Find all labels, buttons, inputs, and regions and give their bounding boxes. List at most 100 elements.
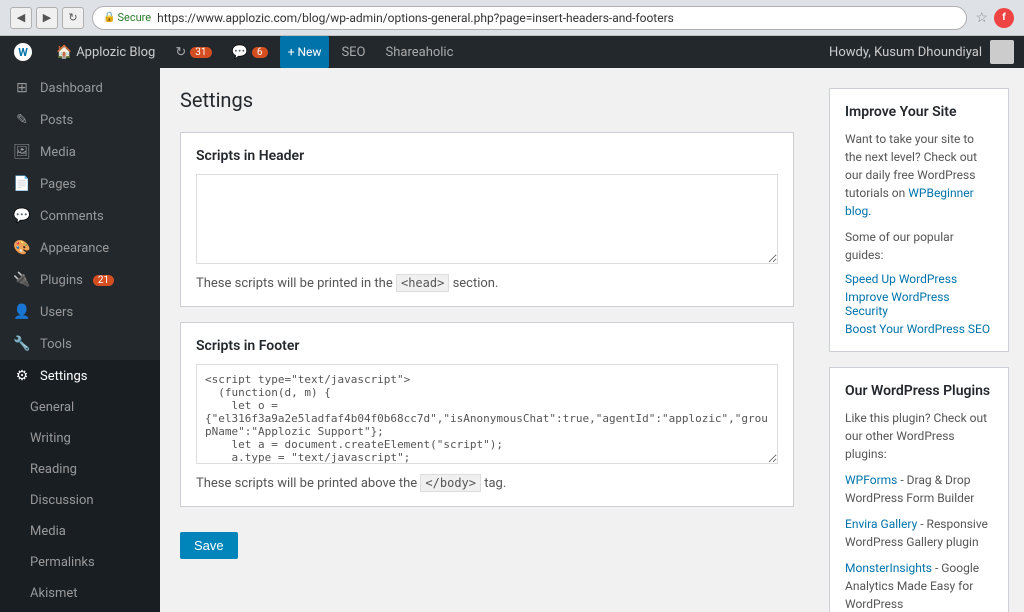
footer-scripts-section: Scripts in Footer <script type="text/jav…: [180, 322, 794, 507]
pages-icon: 📄: [12, 176, 32, 192]
lock-icon: 🔒: [103, 12, 115, 23]
seo-label: SEO: [341, 45, 365, 60]
sidebar-label-posts: Posts: [40, 113, 73, 128]
back-button[interactable]: ◀: [10, 7, 32, 29]
shareaholic-label: Shareaholic: [386, 45, 454, 60]
url-display: https://www.applozic.com/blog/wp-admin/o…: [157, 11, 674, 25]
address-bar[interactable]: 🔒 Secure https://www.applozic.com/blog/w…: [92, 6, 967, 30]
settings-submenu: General Writing Reading Discussion Media…: [0, 392, 160, 612]
site-name-link[interactable]: 🏠 Applozic Blog: [46, 36, 165, 68]
appearance-icon: 🎨: [12, 240, 32, 256]
guide-seo[interactable]: Boost Your WordPress SEO: [845, 322, 993, 336]
monsterinsights-link[interactable]: MonsterInsights: [845, 561, 932, 575]
wpforms-link[interactable]: WPForms: [845, 473, 897, 487]
header-note-after: section.: [453, 276, 499, 291]
permalinks-label: Permalinks: [30, 555, 95, 570]
updates-icon: ↻: [175, 45, 186, 60]
wp-logo[interactable]: W: [0, 36, 46, 68]
secure-label: Secure: [117, 11, 151, 24]
admin-bar: W 🏠 Applozic Blog ↻ 31 💬 6 + New SEO Sha…: [0, 36, 1024, 68]
footer-note-before: These scripts will be printed above the: [196, 476, 417, 491]
save-button[interactable]: Save: [180, 532, 238, 559]
reading-label: Reading: [30, 462, 77, 477]
seo-link[interactable]: SEO: [331, 36, 375, 68]
comments-link[interactable]: 💬 6: [222, 36, 278, 68]
sidebar-item-users[interactable]: 👤 Users: [0, 296, 160, 328]
header-note-before: These scripts will be printed in the: [196, 276, 393, 291]
plugin-wpforms: WPForms - Drag & Drop WordPress Form Bui…: [845, 471, 993, 507]
sidebar-item-reading[interactable]: Reading: [0, 454, 160, 485]
header-scripts-label: Scripts in Header: [196, 148, 778, 164]
head-tag-code: <head>: [396, 274, 449, 292]
envira-link[interactable]: Envira Gallery: [845, 517, 917, 531]
sidebar-label-comments: Comments: [40, 209, 104, 224]
sidebar-item-pages[interactable]: 📄 Pages: [0, 168, 160, 200]
sidebar-item-tools[interactable]: 🔧 Tools: [0, 328, 160, 360]
sidebar-item-posts[interactable]: ✎ Posts: [0, 104, 160, 136]
shareaholic-link[interactable]: Shareaholic: [376, 36, 464, 68]
sidebar-label-pages: Pages: [40, 177, 76, 192]
updates-count: 31: [190, 47, 211, 58]
sidebar-item-settings[interactable]: ⚙ Settings: [0, 360, 160, 392]
content-area: Settings Scripts in Header These scripts…: [160, 68, 814, 612]
header-scripts-note: These scripts will be printed in the <he…: [196, 276, 778, 291]
guide-security[interactable]: Improve WordPress Security: [845, 290, 993, 318]
media-icon: 🖼: [12, 144, 32, 160]
right-panel: Improve Your Site Want to take your site…: [814, 68, 1024, 612]
footer-scripts-textarea[interactable]: <script type="text/javascript"> (functio…: [196, 364, 778, 464]
new-label: + New: [288, 45, 322, 59]
sidebar-item-writing[interactable]: Writing: [0, 423, 160, 454]
comments-icon: 💬: [232, 45, 248, 60]
improve-site-text: Want to take your site to the next level…: [845, 130, 993, 220]
sidebar-label-tools: Tools: [40, 337, 72, 352]
sidebar-item-permalinks[interactable]: Permalinks: [0, 547, 160, 578]
refresh-button[interactable]: ↻: [62, 7, 84, 29]
sidebar-item-media[interactable]: 🖼 Media: [0, 136, 160, 168]
bookmark-icon[interactable]: ☆: [975, 10, 988, 26]
sidebar-label-dashboard: Dashboard: [40, 81, 103, 96]
browser-actions: ☆ f: [975, 8, 1014, 28]
sidebar-item-plugins[interactable]: 🔌 Plugins 21: [0, 264, 160, 296]
footer-scripts-label: Scripts in Footer: [196, 338, 778, 354]
page-title: Settings: [180, 88, 794, 112]
wp-icon: W: [14, 43, 32, 61]
firefox-menu-icon[interactable]: f: [994, 8, 1014, 28]
settings-icon: ⚙: [12, 368, 32, 384]
guides-list: Speed Up WordPress Improve WordPress Sec…: [845, 272, 993, 336]
sidebar-item-general[interactable]: General: [0, 392, 160, 423]
sidebar-item-dashboard[interactable]: ⊞ Dashboard: [0, 72, 160, 104]
sidebar-item-discussion[interactable]: Discussion: [0, 485, 160, 516]
sidebar-item-akismet[interactable]: Akismet: [0, 578, 160, 609]
howdy-label: Howdy, Kusum Dhoundiyal: [829, 45, 982, 60]
comments-sidebar-icon: 💬: [12, 208, 32, 224]
plugin-monsterinsights: MonsterInsights - Google Analytics Made …: [845, 559, 993, 612]
plugin-envira: Envira Gallery - Responsive WordPress Ga…: [845, 515, 993, 551]
sidebar-label-plugins: Plugins: [40, 273, 83, 288]
updates-link[interactable]: ↻ 31: [165, 36, 221, 68]
improve-site-title: Improve Your Site: [845, 104, 993, 120]
main-content: Settings Scripts in Header These scripts…: [160, 36, 1024, 612]
our-plugins-box: Our WordPress Plugins Like this plugin? …: [829, 367, 1009, 612]
sidebar-label-settings: Settings: [40, 369, 87, 384]
site-name-label: Applozic Blog: [76, 45, 155, 60]
header-scripts-textarea[interactable]: [196, 174, 778, 264]
dashboard-icon: ⊞: [12, 80, 32, 96]
user-avatar: [990, 40, 1014, 64]
howdy-text: Howdy, Kusum Dhoundiyal: [829, 40, 1024, 64]
forward-button[interactable]: ▶: [36, 7, 58, 29]
body-tag-code: </body>: [420, 474, 481, 492]
akismet-label: Akismet: [30, 586, 78, 601]
sidebar-item-comments[interactable]: 💬 Comments: [0, 200, 160, 232]
tools-icon: 🔧: [12, 336, 32, 352]
popular-guides-label: Some of our popular guides:: [845, 228, 993, 264]
discussion-label: Discussion: [30, 493, 94, 508]
sidebar-item-appearance[interactable]: 🎨 Appearance: [0, 232, 160, 264]
guide-speed-up[interactable]: Speed Up WordPress: [845, 272, 993, 286]
sidebar-item-media-settings[interactable]: Media: [0, 516, 160, 547]
plugins-icon: 🔌: [12, 272, 32, 288]
general-label: General: [30, 400, 74, 415]
new-content-button[interactable]: + New: [280, 36, 330, 68]
sidebar-label-media: Media: [40, 145, 76, 160]
browser-chrome: ◀ ▶ ↻ 🔒 Secure https://www.applozic.com/…: [0, 0, 1024, 36]
sidebar-label-appearance: Appearance: [40, 241, 109, 256]
